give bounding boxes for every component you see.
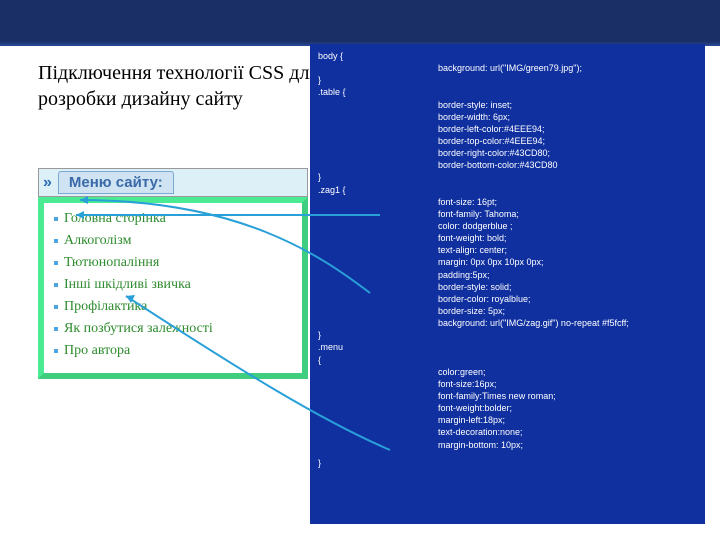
menu-item-label: Головна сторінка	[64, 211, 166, 227]
menu-item-label: Як позбутися залежності	[64, 321, 213, 337]
code-prop: font-family: Tahoma;	[438, 209, 519, 219]
code-prop: background: url("IMG/zag.gif") no-repeat…	[438, 318, 629, 328]
code-prop: margin-left:18px;	[438, 415, 505, 425]
code-selector: .menu	[318, 342, 343, 352]
code-brace: {	[318, 354, 438, 366]
list-item: Головна сторінка	[54, 211, 292, 227]
list-item: Тютюнопаління	[54, 255, 292, 271]
bullet-icon	[54, 283, 58, 287]
code-prop: text-align: center;	[438, 245, 507, 255]
code-prop: font-weight: bold;	[438, 233, 507, 243]
code-prop: font-size:16px;	[438, 379, 497, 389]
code-prop: padding:5px;	[438, 270, 490, 280]
menu-tab-bar: » Меню сайту:	[38, 168, 308, 197]
code-selector: .zag1 {	[318, 184, 438, 196]
code-prop: border-left-color:#4EEE94;	[438, 124, 545, 134]
code-prop: text-decoration:none;	[438, 427, 523, 437]
menu-item-label: Алкоголізм	[64, 233, 131, 249]
menu-item-label: Інші шкідливі звичка	[64, 277, 191, 293]
menu-body: Головна сторінка Алкоголізм Тютюнопалінн…	[38, 197, 308, 379]
menu-illustration: » Меню сайту: Головна сторінка Алкоголіз…	[38, 168, 308, 379]
code-prop: background: url("IMG/green79.jpg");	[438, 63, 582, 73]
slide-title: Підключення технології CSS для розробки …	[38, 60, 348, 112]
code-selector: .table {	[318, 86, 438, 98]
code-prop: border-right-color:#43CD80;	[438, 148, 550, 158]
bullet-icon	[54, 327, 58, 331]
bullet-icon	[54, 261, 58, 265]
bullet-icon	[54, 239, 58, 243]
code-selector: body {	[318, 50, 438, 62]
menu-item-label: Профілактика	[64, 299, 147, 315]
code-prop: font-weight:bolder;	[438, 403, 512, 413]
code-prop: border-style: inset;	[438, 100, 512, 110]
slide: Підключення технології CSS для розробки …	[0, 0, 720, 540]
code-prop: border-top-color:#4EEE94;	[438, 136, 545, 146]
menu-item-label: Тютюнопаління	[64, 255, 159, 271]
code-prop: border-bottom-color:#43CD80	[438, 160, 558, 170]
code-prop: font-size: 16pt;	[438, 197, 497, 207]
menu-item-label: Про автора	[64, 343, 130, 359]
bullet-icon	[54, 349, 58, 353]
code-prop: margin: 0px 0px 10px 0px;	[438, 257, 544, 267]
list-item: Про автора	[54, 343, 292, 359]
code-prop: font-family:Times new roman;	[438, 391, 556, 401]
code-brace: }	[318, 458, 321, 468]
bullet-icon	[54, 217, 58, 221]
code-prop: border-size: 5px;	[438, 306, 505, 316]
code-brace: }	[318, 330, 321, 340]
code-prop: margin-bottom: 10px;	[438, 440, 523, 450]
code-prop: color: dodgerblue ;	[438, 221, 513, 231]
list-item: Алкоголізм	[54, 233, 292, 249]
top-decoration	[0, 0, 720, 46]
code-prop: border-style: solid;	[438, 282, 512, 292]
chevron-icon: »	[43, 174, 52, 192]
css-code-panel: body { background: url("IMG/green79.jpg"…	[310, 44, 705, 524]
list-item: Профілактика	[54, 299, 292, 315]
list-item: Інші шкідливі звичка	[54, 277, 292, 293]
code-brace: }	[318, 172, 321, 182]
code-prop: color:green;	[438, 367, 486, 377]
list-item: Як позбутися залежності	[54, 321, 292, 337]
code-prop: border-width: 6px;	[438, 112, 510, 122]
menu-list: Головна сторінка Алкоголізм Тютюнопалінн…	[54, 211, 292, 359]
menu-header: Меню сайту:	[58, 171, 174, 194]
code-prop: border-color: royalblue;	[438, 294, 531, 304]
code-brace: }	[318, 75, 321, 85]
bullet-icon	[54, 305, 58, 309]
